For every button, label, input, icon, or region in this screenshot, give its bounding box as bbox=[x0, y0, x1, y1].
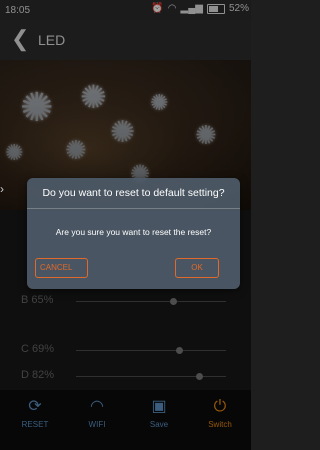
dialog-title: Do you want to reset to default setting? bbox=[42, 187, 225, 199]
ok-button[interactable]: OK bbox=[175, 258, 219, 278]
cancel-button[interactable]: CANCEL bbox=[35, 258, 88, 278]
dialog-divider bbox=[27, 208, 240, 209]
dialog-box: Do you want to reset to default setting?… bbox=[27, 178, 240, 289]
reset-dialog: Do you want to reset to default setting?… bbox=[0, 178, 251, 289]
dialog-message: Are you sure you want to reset the reset… bbox=[55, 227, 212, 237]
